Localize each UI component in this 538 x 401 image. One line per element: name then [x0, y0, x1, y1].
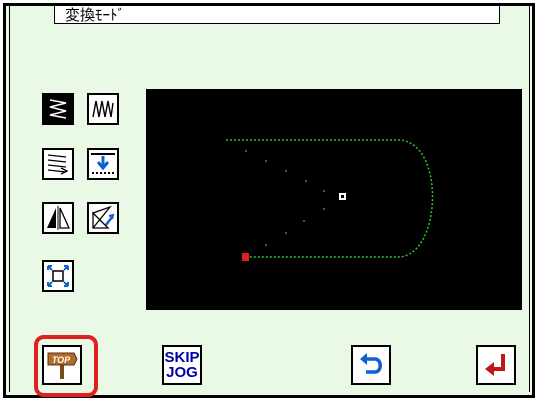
mirror-icon: [47, 206, 71, 230]
multi-line-button[interactable]: [42, 148, 74, 180]
insert-icon: [91, 153, 115, 174]
pattern-drawing: [226, 139, 434, 261]
scale-button[interactable]: [42, 260, 74, 292]
zigzag-button[interactable]: [42, 93, 74, 125]
rotate-icon: [92, 205, 115, 229]
scale-icon: [47, 265, 69, 287]
jog-label: JOG: [166, 364, 198, 381]
pattern-preview[interactable]: [146, 89, 522, 310]
start-marker: [242, 253, 249, 261]
signpost-icon: TOP: [47, 352, 78, 379]
insert-button[interactable]: [87, 148, 119, 180]
enter-button[interactable]: [476, 345, 516, 385]
guide-dots: [245, 150, 325, 246]
window-inner: 変換ﾓｰﾄﾞ TOP SKIP JOG: [9, 6, 530, 397]
undo-icon: [360, 353, 382, 374]
mirror-button[interactable]: [42, 202, 74, 234]
undo-button[interactable]: [351, 345, 391, 385]
mode-title: 変換ﾓｰﾄﾞ: [54, 6, 500, 24]
zigzag-icon: [49, 99, 67, 119]
skip-jog-button[interactable]: SKIP JOG: [162, 345, 202, 385]
window-frame: 変換ﾓｰﾄﾞ TOP SKIP JOG: [3, 3, 535, 398]
top-button[interactable]: TOP: [42, 345, 82, 385]
wave-icon: [92, 100, 114, 118]
rotate-button[interactable]: [87, 202, 119, 234]
multi-line-icon: [47, 154, 69, 175]
wave-button[interactable]: [87, 93, 119, 125]
enter-icon: [485, 354, 505, 376]
stitch-path: [226, 139, 434, 258]
svg-text:TOP: TOP: [52, 355, 71, 365]
skip-label: SKIP: [164, 349, 200, 366]
skip-jog-label: SKIP JOG: [164, 350, 199, 380]
